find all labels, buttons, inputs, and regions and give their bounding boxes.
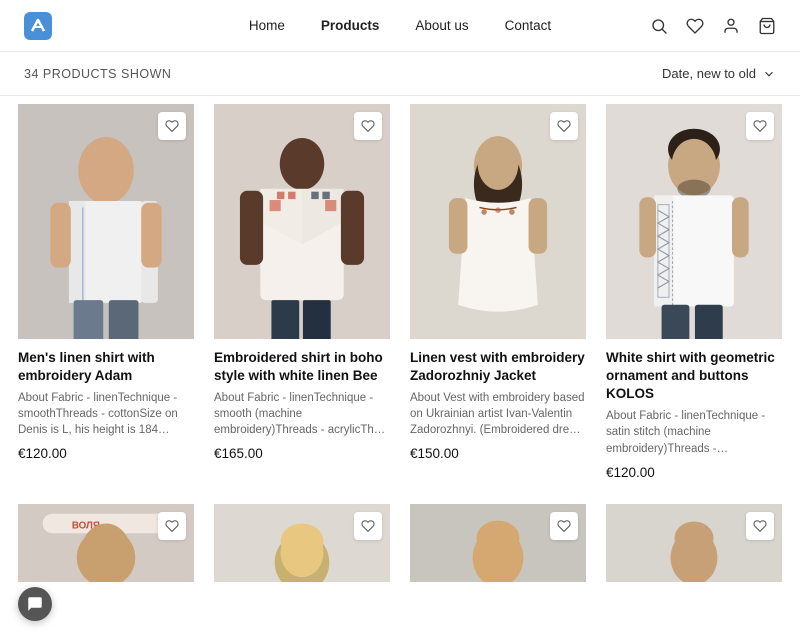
nav-about[interactable]: About us (415, 18, 468, 33)
nav-icon-group (650, 17, 776, 35)
partial-card-2 (204, 496, 400, 582)
product-desc-3: About Vest with embroidery based on Ukra… (410, 390, 586, 438)
wishlist-btn-2[interactable] (354, 112, 382, 140)
bottom-row: ВОЛЯ (0, 496, 800, 582)
wishlist-button[interactable] (686, 17, 704, 35)
products-grid: Men's linen shirt with embroidery Adam A… (0, 96, 800, 496)
product-image-2 (214, 104, 390, 339)
wishlist-btn-3[interactable] (550, 112, 578, 140)
nav-links: Home Products About us Contact (249, 18, 551, 33)
product-card-3: Linen vest with embroidery Zadorozhniy J… (400, 96, 596, 496)
product-price-4: €120.00 (606, 465, 782, 480)
partial-card-3 (400, 496, 596, 582)
product-desc-2: About Fabric - linenTechnique - smooth (… (214, 390, 390, 438)
search-button[interactable] (650, 17, 668, 35)
wishlist-btn-7[interactable] (550, 512, 578, 540)
wishlist-btn-5[interactable] (158, 512, 186, 540)
product-desc-4: About Fabric - linenTechnique - satin st… (606, 408, 782, 456)
product-image-4 (606, 104, 782, 339)
wishlist-btn-8[interactable] (746, 512, 774, 540)
product-card-4: White shirt with geometric ornament and … (596, 96, 792, 496)
product-price-1: €120.00 (18, 446, 194, 461)
product-name-1: Men's linen shirt with embroidery Adam (18, 349, 194, 385)
product-card-2: Embroidered shirt in boho style with whi… (204, 96, 400, 496)
nav-contact[interactable]: Contact (505, 18, 552, 33)
sort-label: Date, new to old (662, 66, 756, 81)
wishlist-btn-1[interactable] (158, 112, 186, 140)
nav-home[interactable]: Home (249, 18, 285, 33)
account-button[interactable] (722, 17, 740, 35)
product-image-3 (410, 104, 586, 339)
wishlist-btn-4[interactable] (746, 112, 774, 140)
partial-image-2 (214, 504, 390, 582)
nav-products[interactable]: Products (321, 18, 380, 33)
partial-card-1: ВОЛЯ (8, 496, 204, 582)
products-toolbar: 34 PRODUCTS SHOWN Date, new to old (0, 52, 800, 96)
product-name-3: Linen vest with embroidery Zadorozhniy J… (410, 349, 586, 385)
product-price-2: €165.00 (214, 446, 390, 461)
partial-image-3 (410, 504, 586, 582)
wishlist-btn-6[interactable] (354, 512, 382, 540)
product-desc-1: About Fabric - linenTechnique - smoothTh… (18, 390, 194, 438)
products-count: 34 PRODUCTS SHOWN (24, 67, 171, 81)
partial-image-1: ВОЛЯ (18, 504, 194, 582)
product-name-2: Embroidered shirt in boho style with whi… (214, 349, 390, 385)
product-card-1: Men's linen shirt with embroidery Adam A… (8, 96, 204, 496)
chat-bubble[interactable] (18, 587, 52, 621)
cart-button[interactable] (758, 17, 776, 35)
product-image-1 (18, 104, 194, 339)
partial-card-4 (596, 496, 792, 582)
product-name-4: White shirt with geometric ornament and … (606, 349, 782, 404)
product-price-3: €150.00 (410, 446, 586, 461)
partial-image-4 (606, 504, 782, 582)
sort-button[interactable]: Date, new to old (662, 66, 776, 81)
navbar: Home Products About us Contact (0, 0, 800, 52)
brand-logo[interactable] (24, 12, 52, 40)
